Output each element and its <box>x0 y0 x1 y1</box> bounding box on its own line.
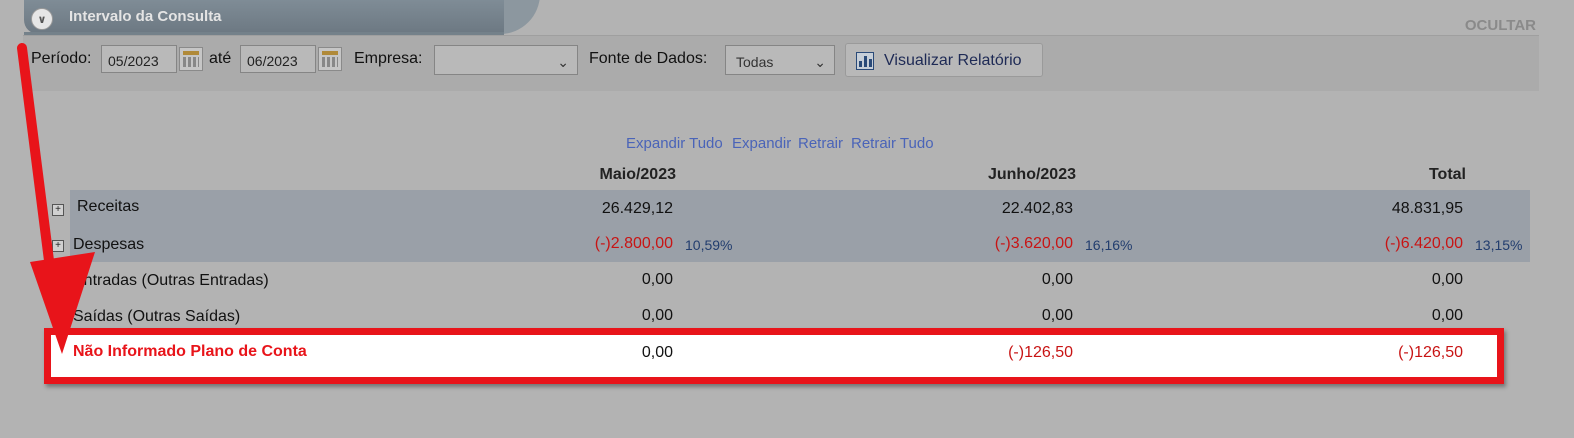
value-saidas-junho: 0,00 <box>1041 307 1073 324</box>
pct-despesas-junho: 16,16% <box>1085 237 1133 253</box>
visualizar-relatorio-button[interactable]: Visualizar Relatório <box>845 43 1043 77</box>
fonte-label: Fonte de Dados: <box>589 50 708 67</box>
chevron-down-icon: ⌄ <box>557 54 569 70</box>
visualizar-label: Visualizar Relatório <box>884 52 1022 69</box>
retrair-tudo-link[interactable]: Retrair Tudo <box>851 135 934 152</box>
value-saidas-maio: 0,00 <box>641 307 673 324</box>
calendar-icon[interactable] <box>318 47 342 71</box>
pct-despesas-maio: 10,59% <box>685 237 733 253</box>
empresa-select[interactable]: ⌄ <box>434 45 578 75</box>
fonte-value: Todas <box>736 54 774 70</box>
retrair-link[interactable]: Retrair <box>798 135 843 152</box>
value-entradas-maio: 0,00 <box>641 271 673 288</box>
chevron-down-icon: ⌄ <box>814 54 826 70</box>
value-entradas-junho: 0,00 <box>1041 271 1073 288</box>
chart-icon <box>856 52 874 70</box>
value-nao-informado-junho: (-)126,50 <box>1008 344 1073 361</box>
value-receitas-junho: 22.402,83 <box>1001 200 1073 217</box>
expandir-link[interactable]: Expandir <box>732 135 791 152</box>
value-despesas-maio: (-)2.800,00 <box>594 235 673 252</box>
value-nao-informado-maio: 0,00 <box>641 344 673 361</box>
annotation-arrow-icon <box>17 43 95 354</box>
value-despesas-junho: (-)3.620,00 <box>994 235 1073 252</box>
ate-label: até <box>209 50 232 67</box>
fonte-select[interactable]: Todas ⌄ <box>725 45 835 75</box>
column-header-junho: Junho/2023 <box>987 166 1076 183</box>
periodo-fim-input[interactable]: 06/2023 <box>240 45 316 73</box>
value-nao-informado-total: (-)126,50 <box>1398 344 1463 361</box>
value-receitas-maio: 26.429,12 <box>601 200 673 217</box>
column-header-maio: Maio/2023 <box>599 166 676 183</box>
value-receitas-total: 48.831,95 <box>1391 200 1463 217</box>
empresa-label: Empresa: <box>354 50 423 67</box>
value-despesas-total: (-)6.420,00 <box>1384 235 1463 252</box>
value-saidas-total: 0,00 <box>1431 307 1463 324</box>
expandir-tudo-link[interactable]: Expandir Tudo <box>626 135 723 152</box>
pct-despesas-total: 13,15% <box>1475 237 1523 253</box>
filter-toolbar: Período: 05/2023 até 06/2023 Empresa: ⌄ … <box>23 35 1539 91</box>
value-entradas-total: 0,00 <box>1431 271 1463 288</box>
calendar-icon[interactable] <box>179 47 203 71</box>
column-header-total: Total <box>1428 166 1466 183</box>
hide-link[interactable]: OCULTAR <box>1465 17 1536 34</box>
